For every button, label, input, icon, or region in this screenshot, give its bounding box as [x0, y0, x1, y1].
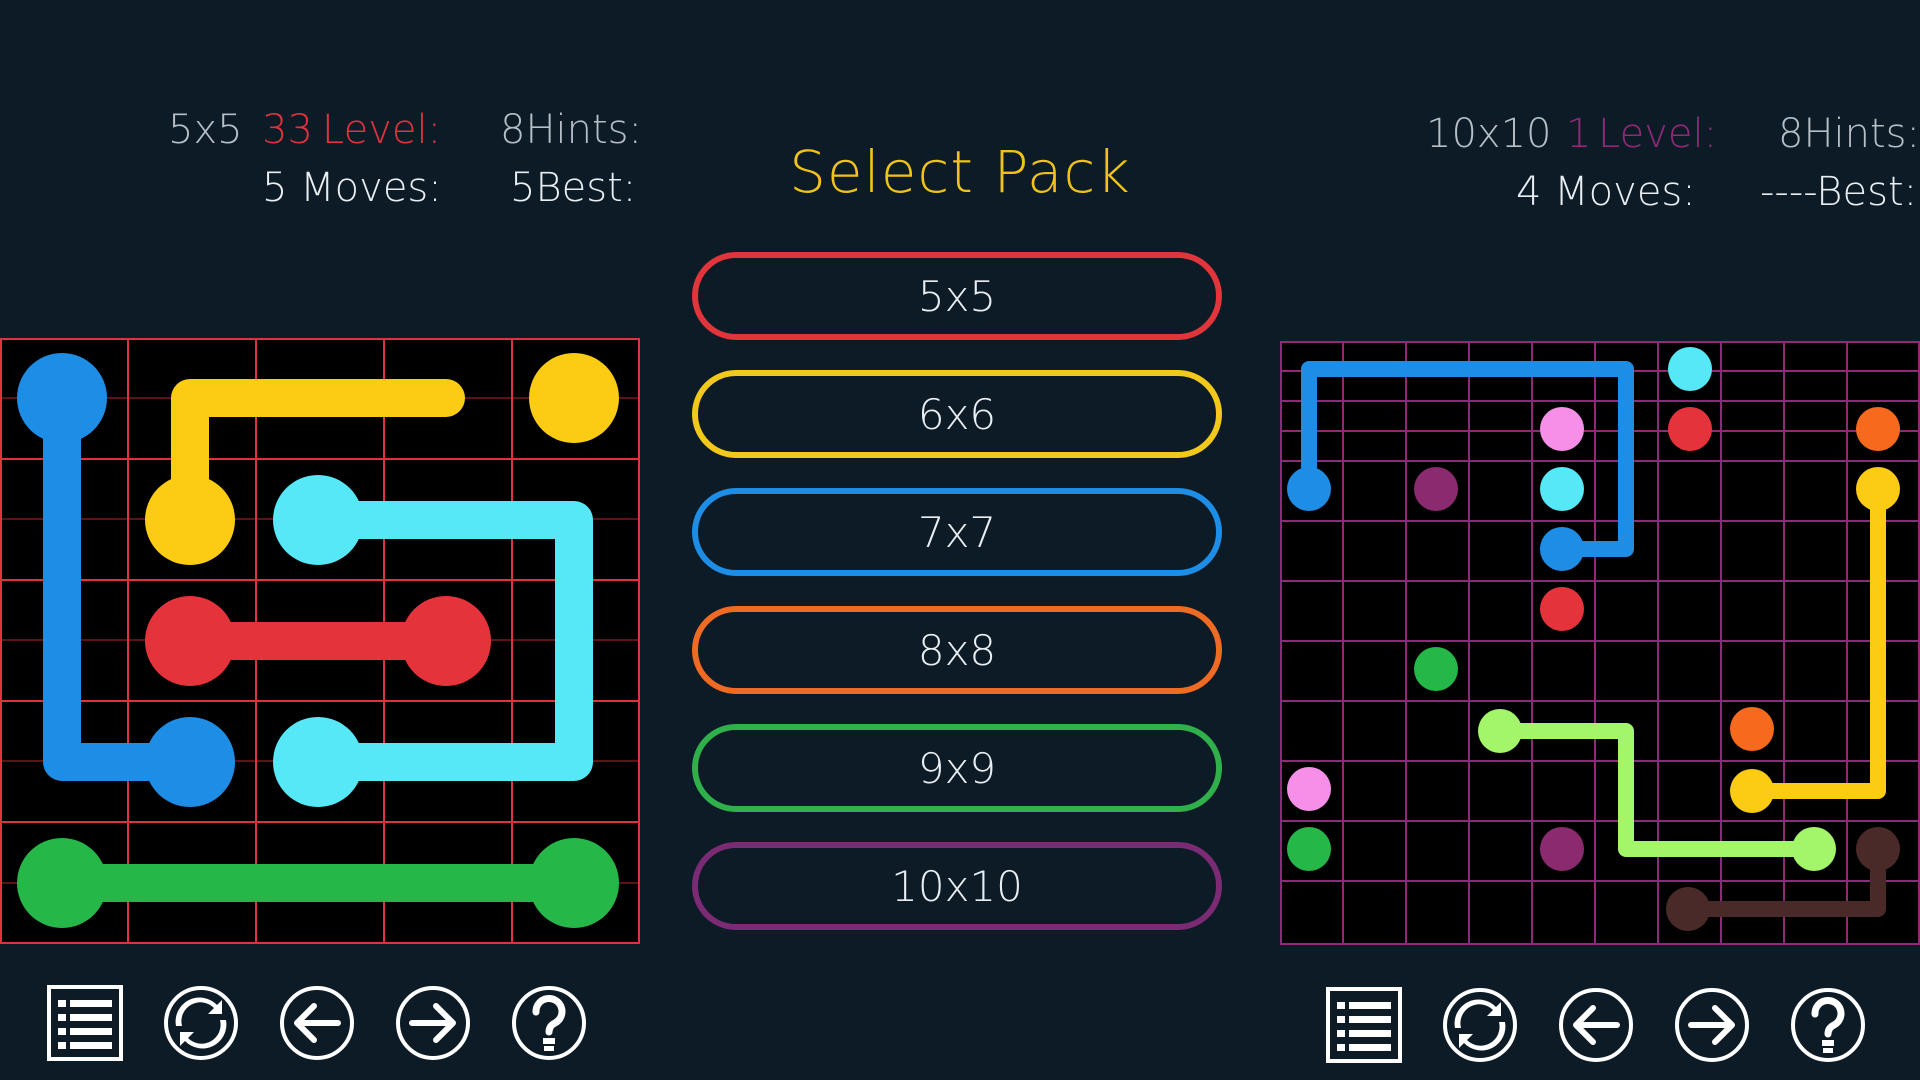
dot-cyan [1540, 467, 1584, 511]
previous-button[interactable] [1557, 986, 1635, 1064]
dot-purple [1414, 467, 1458, 511]
next-icon [396, 986, 470, 1060]
dot-yellow [145, 475, 235, 565]
dot-green [529, 838, 619, 928]
hint-button[interactable] [510, 984, 588, 1062]
dot-orange [1730, 707, 1774, 751]
dot-red [1668, 407, 1712, 451]
dot-lime [1792, 827, 1836, 871]
left-pack-size: 5x5 [168, 107, 243, 153]
menu-icon [1326, 987, 1402, 1063]
dot-cyan [273, 717, 363, 807]
dot-green [1414, 647, 1458, 691]
menu-button[interactable] [1325, 986, 1403, 1064]
restart-icon [1443, 988, 1517, 1062]
next-button[interactable] [1673, 986, 1751, 1064]
dot-green [17, 838, 107, 928]
right-best: ----Best: [1760, 169, 1918, 215]
dot-brown [1666, 887, 1710, 931]
hint-button[interactable] [1789, 986, 1867, 1064]
restart-button[interactable] [1441, 986, 1519, 1064]
dot-lime [1478, 709, 1522, 753]
right-level-label: Level: [1598, 111, 1718, 157]
next-button[interactable] [394, 984, 472, 1062]
right-moves: 4 Moves: [1516, 169, 1696, 215]
pack-button-6x6[interactable]: 6x6 [692, 370, 1222, 458]
pack-button-10x10[interactable]: 10x10 [692, 842, 1222, 930]
dot-pink [1540, 407, 1584, 451]
previous-icon [280, 986, 354, 1060]
dot-cyan [1668, 347, 1712, 391]
pack-button-9x9[interactable]: 9x9 [692, 724, 1222, 812]
hint-icon [1791, 988, 1865, 1062]
right-board[interactable] [1280, 341, 1920, 945]
dot-green [1287, 827, 1331, 871]
next-icon [1675, 988, 1749, 1062]
previous-icon [1559, 988, 1633, 1062]
left-hints: 8Hints: [500, 107, 642, 153]
left-best: 5Best: [510, 165, 637, 211]
dot-brown [1856, 827, 1900, 871]
dot-red [1540, 587, 1584, 631]
dot-cyan [273, 475, 363, 565]
menu-button[interactable] [46, 984, 124, 1062]
previous-button[interactable] [278, 984, 356, 1062]
left-moves: 5 Moves: [262, 165, 442, 211]
dot-yellow [1730, 769, 1774, 813]
dot-blue [1287, 467, 1331, 511]
dot-pink [1287, 767, 1331, 811]
dot-blue [145, 717, 235, 807]
hint-icon [512, 986, 586, 1060]
dot-blue [17, 353, 107, 443]
pack-button-7x7[interactable]: 7x7 [692, 488, 1222, 576]
dot-red [145, 596, 235, 686]
dot-purple [1540, 827, 1584, 871]
right-level-number: 1 [1566, 111, 1592, 157]
page-title: Select Pack [789, 138, 1131, 206]
dot-yellow [1856, 467, 1900, 511]
pack-button-5x5[interactable]: 5x5 [692, 252, 1222, 340]
right-hints: 8Hints: [1778, 111, 1920, 157]
dot-yellow [529, 353, 619, 443]
restart-button[interactable] [162, 984, 240, 1062]
dot-blue [1540, 527, 1584, 571]
left-board[interactable] [0, 338, 640, 944]
left-level-number: 33 [262, 107, 313, 153]
left-level-label: Level: [322, 107, 442, 153]
right-pack-size: 10x10 [1426, 111, 1552, 157]
pack-button-8x8[interactable]: 8x8 [692, 606, 1222, 694]
dot-orange [1856, 407, 1900, 451]
restart-icon [164, 986, 238, 1060]
menu-icon [47, 985, 123, 1061]
dot-red [401, 596, 491, 686]
